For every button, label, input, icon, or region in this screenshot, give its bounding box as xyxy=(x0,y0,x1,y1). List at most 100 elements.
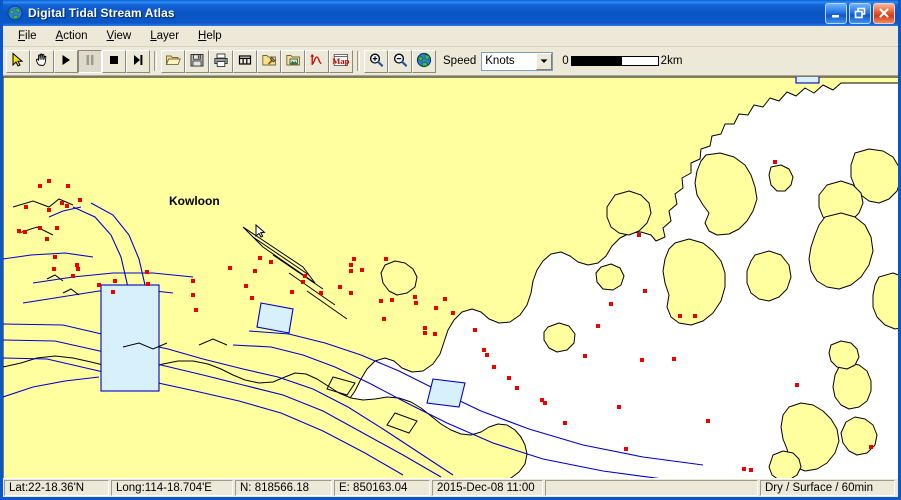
tidal-stream-point[interactable] xyxy=(379,299,383,303)
tidal-stream-point[interactable] xyxy=(423,326,427,330)
tidal-stream-point[interactable] xyxy=(191,279,195,283)
maximize-restore-button[interactable] xyxy=(849,2,871,24)
tidal-stream-point[interactable] xyxy=(624,447,628,451)
speed-units-select[interactable]: Knots xyxy=(481,51,554,71)
tidal-stream-point[interactable] xyxy=(191,293,195,297)
tidal-stream-point[interactable] xyxy=(303,274,307,278)
menu-item-view[interactable]: View xyxy=(98,28,141,45)
tidal-stream-point[interactable] xyxy=(52,267,56,271)
tidal-stream-point[interactable] xyxy=(382,317,386,321)
tidal-stream-point[interactable] xyxy=(53,255,57,259)
map-canvas[interactable]: .land{fill:#ffffa0;stroke:#000;stroke-wi… xyxy=(3,76,898,478)
tidal-stream-point[interactable] xyxy=(795,383,799,387)
tidal-stream-point[interactable] xyxy=(60,201,64,205)
tidal-stream-point[interactable] xyxy=(473,328,477,332)
tidal-stream-point[interactable] xyxy=(434,306,438,310)
tidal-stream-point[interactable] xyxy=(543,401,547,405)
tidal-stream-point[interactable] xyxy=(563,421,567,425)
tidal-stream-point[interactable] xyxy=(24,205,28,209)
tidal-stream-point[interactable] xyxy=(360,268,364,272)
tidal-stream-point[interactable] xyxy=(451,311,455,315)
tidal-stream-point[interactable] xyxy=(258,256,262,260)
tidal-stream-point[interactable] xyxy=(749,468,753,472)
tide-curve-button[interactable] xyxy=(305,49,329,73)
tidal-stream-point[interactable] xyxy=(244,284,248,288)
map-layer-button[interactable]: Map xyxy=(329,49,353,73)
tidal-stream-point[interactable] xyxy=(97,283,101,287)
select-arrow-tool[interactable] xyxy=(6,49,30,73)
tidal-stream-point[interactable] xyxy=(414,301,418,305)
pan-hand-tool[interactable] xyxy=(30,49,54,73)
tidal-stream-point[interactable] xyxy=(773,160,777,164)
tidal-stream-point[interactable] xyxy=(482,348,486,352)
zoom-out-button[interactable] xyxy=(388,49,412,73)
tidal-stream-point[interactable] xyxy=(111,290,115,294)
tidal-stream-point[interactable] xyxy=(38,184,42,188)
tidal-stream-point[interactable] xyxy=(250,296,254,300)
tidal-stream-point[interactable] xyxy=(742,467,746,471)
tidal-stream-point[interactable] xyxy=(290,290,294,294)
tidal-stream-point[interactable] xyxy=(390,298,394,302)
menu-item-help[interactable]: Help xyxy=(189,28,231,45)
tidal-stream-point[interactable] xyxy=(637,233,641,237)
tidal-stream-point[interactable] xyxy=(672,357,676,361)
tidal-stream-point[interactable] xyxy=(145,270,149,274)
tidal-stream-point[interactable] xyxy=(433,332,437,336)
step-forward-button[interactable] xyxy=(126,49,150,73)
zoom-in-button[interactable] xyxy=(364,49,388,73)
tidal-stream-point[interactable] xyxy=(66,184,70,188)
tidal-stream-point[interactable] xyxy=(349,263,353,267)
world-view-button[interactable] xyxy=(412,49,436,73)
tidal-stream-point[interactable] xyxy=(75,263,79,267)
tidal-stream-point[interactable] xyxy=(228,266,232,270)
tidal-stream-point[interactable] xyxy=(413,295,417,299)
tidal-stream-point[interactable] xyxy=(485,353,489,357)
tidal-stream-point[interactable] xyxy=(38,226,42,230)
tidal-stream-point[interactable] xyxy=(515,386,519,390)
save-file-button[interactable] xyxy=(185,49,209,73)
open-file-button[interactable] xyxy=(161,49,185,73)
tidal-stream-point[interactable] xyxy=(869,445,873,449)
stop-button[interactable] xyxy=(102,49,126,73)
tidal-stream-point[interactable] xyxy=(640,358,644,362)
tidal-stream-point[interactable] xyxy=(319,291,323,295)
close-button[interactable] xyxy=(873,2,895,24)
tidal-stream-point[interactable] xyxy=(443,297,447,301)
tidal-stream-point[interactable] xyxy=(78,198,82,202)
menu-item-file[interactable]: File xyxy=(9,28,46,45)
tidal-stream-point[interactable] xyxy=(55,226,59,230)
menu-item-layer[interactable]: Layer xyxy=(141,28,188,45)
tidal-stream-point[interactable] xyxy=(352,257,356,261)
tidal-stream-point[interactable] xyxy=(17,229,21,233)
tidal-stream-point[interactable] xyxy=(583,354,587,358)
menu-item-action[interactable]: Action xyxy=(47,28,97,45)
tidal-stream-point[interactable] xyxy=(507,376,511,380)
tidal-stream-point[interactable] xyxy=(349,269,353,273)
tidal-stream-point[interactable] xyxy=(23,230,27,234)
tidal-stream-point[interactable] xyxy=(643,289,647,293)
tidal-stream-point[interactable] xyxy=(706,419,710,423)
play-button[interactable] xyxy=(54,49,78,73)
tidal-stream-point[interactable] xyxy=(113,279,117,283)
tidal-stream-point[interactable] xyxy=(47,208,51,212)
tidal-stream-point[interactable] xyxy=(609,302,613,306)
tidal-stream-point[interactable] xyxy=(71,274,75,278)
tidal-stream-point[interactable] xyxy=(76,267,80,271)
tidal-stream-point[interactable] xyxy=(253,269,257,273)
tidal-stream-point[interactable] xyxy=(596,324,600,328)
tidal-stream-point[interactable] xyxy=(693,314,697,318)
tidal-stream-point[interactable] xyxy=(269,260,273,264)
tidal-stream-point[interactable] xyxy=(194,308,198,312)
tidal-stream-point[interactable] xyxy=(384,257,388,261)
edit-tools-button[interactable] xyxy=(257,49,281,73)
tidal-stream-point[interactable] xyxy=(492,365,496,369)
tidal-stream-point[interactable] xyxy=(678,314,682,318)
tidal-stream-point[interactable] xyxy=(146,282,150,286)
tidal-stream-point[interactable] xyxy=(617,405,621,409)
minimize-button[interactable] xyxy=(825,2,847,24)
pause-button[interactable] xyxy=(78,49,102,73)
tidal-stream-point[interactable] xyxy=(338,285,342,289)
tidal-stream-point[interactable] xyxy=(423,331,427,335)
tidal-stream-point[interactable] xyxy=(47,179,51,183)
table-view-button[interactable] xyxy=(233,49,257,73)
